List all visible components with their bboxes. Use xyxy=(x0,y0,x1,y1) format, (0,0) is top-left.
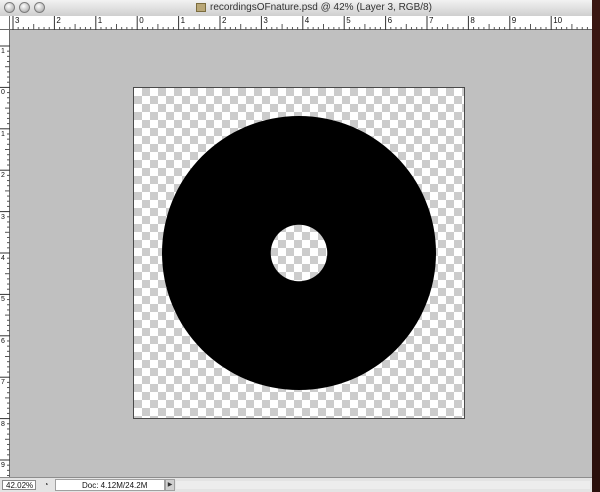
document-canvas[interactable] xyxy=(133,87,465,419)
horizontal-ruler-label: 2 xyxy=(222,16,227,25)
minimize-button-icon[interactable] xyxy=(19,2,30,13)
status-bar: 42.02% ◔ Doc: 4.12M/24.2M ▶ xyxy=(0,477,592,492)
close-button-icon[interactable] xyxy=(4,2,15,13)
horizontal-ruler-label: 1 xyxy=(97,16,103,25)
document-size-info[interactable]: Doc: 4.12M/24.2M xyxy=(55,479,165,491)
black-disc-shape[interactable] xyxy=(162,116,436,390)
vertical-ruler-label: 4 xyxy=(1,255,5,262)
vertical-ruler-label: 2 xyxy=(1,172,5,180)
desktop-background xyxy=(592,0,600,492)
horizontal-ruler-label: 4 xyxy=(304,16,310,25)
horizontal-scrollbar[interactable] xyxy=(176,481,590,489)
horizontal-ruler-label: 3 xyxy=(15,16,20,25)
vertical-ruler-label: 8 xyxy=(1,420,5,428)
vertical-ruler-label: 5 xyxy=(1,296,5,304)
vertical-ruler-label: 1 xyxy=(1,48,5,55)
horizontal-ruler-label: 8 xyxy=(470,16,475,25)
canvas-area[interactable] xyxy=(10,30,592,477)
horizontal-ruler[interactable]: 3 2 1 0 1 2 3 4 5 6 7 8 9 10 xyxy=(10,16,592,30)
document-icon xyxy=(196,3,206,12)
window-title: recordingsOFnature.psd @ 42% (Layer 3, R… xyxy=(210,2,432,13)
triangle-right-icon[interactable]: ▶ xyxy=(165,479,175,491)
vertical-ruler-label: 0 xyxy=(1,89,5,97)
horizontal-ruler-label: 7 xyxy=(429,16,434,25)
horizontal-ruler-label: 0 xyxy=(139,16,144,25)
horizontal-ruler-label: 2 xyxy=(56,16,61,25)
photoshop-document-window: recordingsOFnature.psd @ 42% (Layer 3, R… xyxy=(0,0,592,492)
vertical-ruler[interactable]: 1 0 1 2 3 4 5 6 7 8 9 xyxy=(0,30,10,477)
status-menu-icon[interactable]: ◔ xyxy=(41,480,51,490)
vertical-ruler-label: 3 xyxy=(1,213,5,221)
horizontal-ruler-label: 1 xyxy=(180,16,186,25)
horizontal-ruler-label: 5 xyxy=(346,16,351,25)
vertical-ruler-label: 1 xyxy=(1,130,5,138)
zoom-button-icon[interactable] xyxy=(34,2,45,13)
title-bar[interactable]: recordingsOFnature.psd @ 42% (Layer 3, R… xyxy=(0,0,592,17)
vertical-ruler-label: 9 xyxy=(1,462,5,469)
horizontal-ruler-label: 10 xyxy=(553,16,563,25)
ruler-origin[interactable] xyxy=(0,16,10,30)
vertical-ruler-label: 7 xyxy=(1,379,5,387)
vertical-ruler-label: 6 xyxy=(1,337,5,345)
zoom-level-field[interactable]: 42.02% xyxy=(2,480,36,490)
horizontal-ruler-label: 9 xyxy=(511,16,517,25)
horizontal-ruler-label: 6 xyxy=(387,16,393,25)
horizontal-ruler-label: 3 xyxy=(263,16,268,25)
